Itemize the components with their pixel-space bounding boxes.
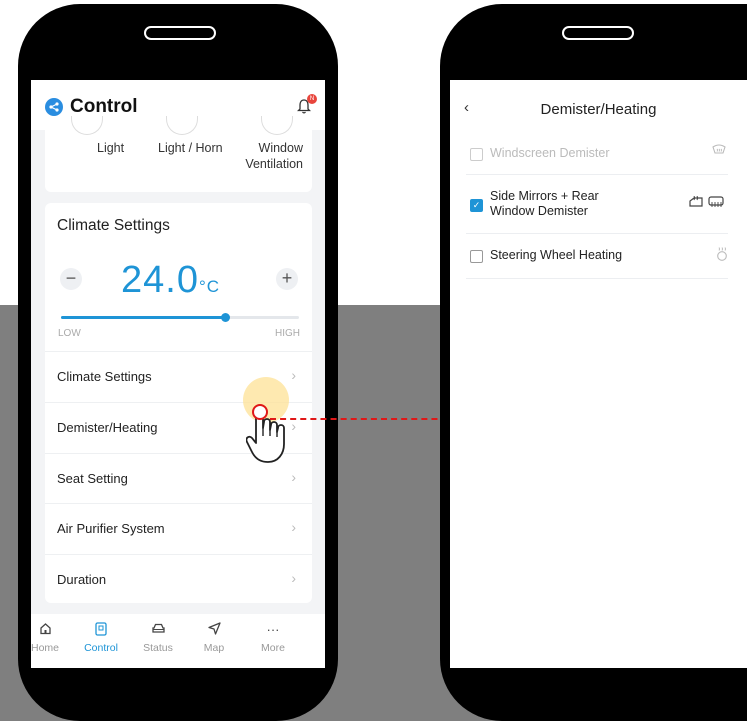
notification-badge: N [307,94,317,104]
steering-wheel-heating-checkbox[interactable] [470,250,483,263]
menu-item-label: Air Purifier System [57,521,165,536]
option-windscreen-demister[interactable]: Windscreen Demister [466,132,728,175]
option-label: Steering Wheel Heating [490,248,623,262]
chevron-right-icon: › [291,570,296,586]
temperature-unit: °C [198,277,221,296]
page-title: Control [70,96,138,117]
light-button-label[interactable]: Light [97,140,124,156]
tab-control[interactable]: Control [75,622,127,654]
tab-home[interactable]: Home [31,622,71,654]
control-icon [75,622,127,640]
option-label: Side Mirrors + Rear Window Demister [490,189,599,218]
menu-item-label: Climate Settings [57,369,152,384]
windscreen-demister-icon [712,144,726,159]
temperature-value: 24.0 [121,259,199,301]
menu-item-label: Duration [57,572,107,587]
menu-item-label: Demister/Heating [57,420,158,435]
screen-header: ‹ Demister/Heating [450,80,747,130]
steering-wheel-heat-icon [716,247,728,264]
light-horn-button-icon[interactable] [166,116,198,135]
tab-status[interactable]: Status [132,622,184,654]
side-mirror-heat-icon [688,195,704,211]
menu-item-duration[interactable]: Duration › [45,554,312,605]
slider-high-label: HIGH [275,328,300,339]
tab-label: Control [84,642,118,654]
car-icon [132,622,184,640]
speaker-slot [562,26,634,40]
chevron-right-icon: › [291,519,296,535]
speaker-slot [144,26,216,40]
temperature-increase-button[interactable]: + [276,268,298,290]
temperature-slider[interactable] [61,313,299,322]
slider-fill [61,316,226,319]
slider-low-label: LOW [58,328,81,339]
option-steering-wheel-heating[interactable]: Steering Wheel Heating [466,234,728,279]
slider-thumb[interactable] [221,313,231,322]
tab-more[interactable]: ··· More [247,622,299,654]
window-ventilation-button-label[interactable]: Window Ventilation [235,140,303,172]
option-side-mirrors-rear-demister[interactable]: ✓ Side Mirrors + Rear Window Demister [466,175,728,234]
home-icon [31,622,71,640]
rear-window-heat-icon [708,196,724,211]
tab-label: Home [31,642,59,654]
phone-frame-demister: ‹ Demister/Heating Windscreen Demister ✓… [440,4,747,721]
demister-screen: ‹ Demister/Heating Windscreen Demister ✓… [450,80,747,668]
windscreen-demister-checkbox[interactable] [470,148,483,161]
phone-frame-control: Control N Light Light / Horn Window Vent… [18,4,338,721]
app-logo-icon [45,98,63,116]
bottom-tab-bar: Home Control Status Map ··· More [31,614,325,668]
tab-label: More [261,642,285,654]
tab-map[interactable]: Map [188,622,240,654]
chevron-right-icon: › [291,469,296,485]
tab-label: Status [143,642,173,654]
climate-card-title: Climate Settings [57,217,170,234]
tap-point-marker [252,404,268,420]
more-icon: ··· [266,622,280,637]
navigation-icon [188,622,240,640]
window-ventilation-button-icon[interactable] [261,116,293,135]
light-horn-button-label[interactable]: Light / Horn [158,140,223,156]
menu-item-label: Seat Setting [57,471,128,486]
temperature-decrease-button[interactable]: − [60,268,82,290]
tab-label: Map [203,642,225,654]
quick-controls-card: Light Light / Horn Window Ventilation [45,116,312,192]
side-mirrors-rear-demister-checkbox[interactable]: ✓ [470,199,483,212]
control-screen: Control N Light Light / Horn Window Vent… [31,80,325,668]
screen-title: Demister/Heating [540,101,657,118]
light-button-icon[interactable] [71,116,103,135]
option-label: Windscreen Demister [490,146,610,160]
chevron-right-icon: › [291,367,296,383]
menu-item-air-purifier[interactable]: Air Purifier System › [45,503,312,554]
temperature-display: 24.0°C [121,259,220,302]
